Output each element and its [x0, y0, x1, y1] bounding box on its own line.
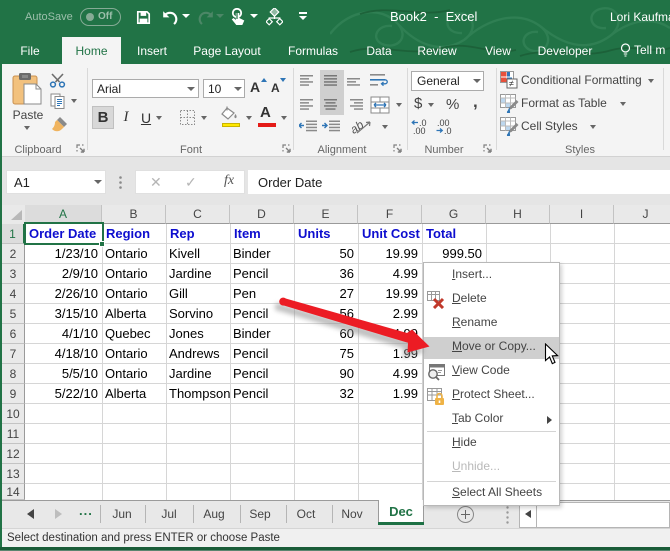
- svg-text:.00: .00: [413, 126, 426, 135]
- svg-text:.0: .0: [444, 126, 452, 135]
- svg-text:≠: ≠: [509, 79, 514, 89]
